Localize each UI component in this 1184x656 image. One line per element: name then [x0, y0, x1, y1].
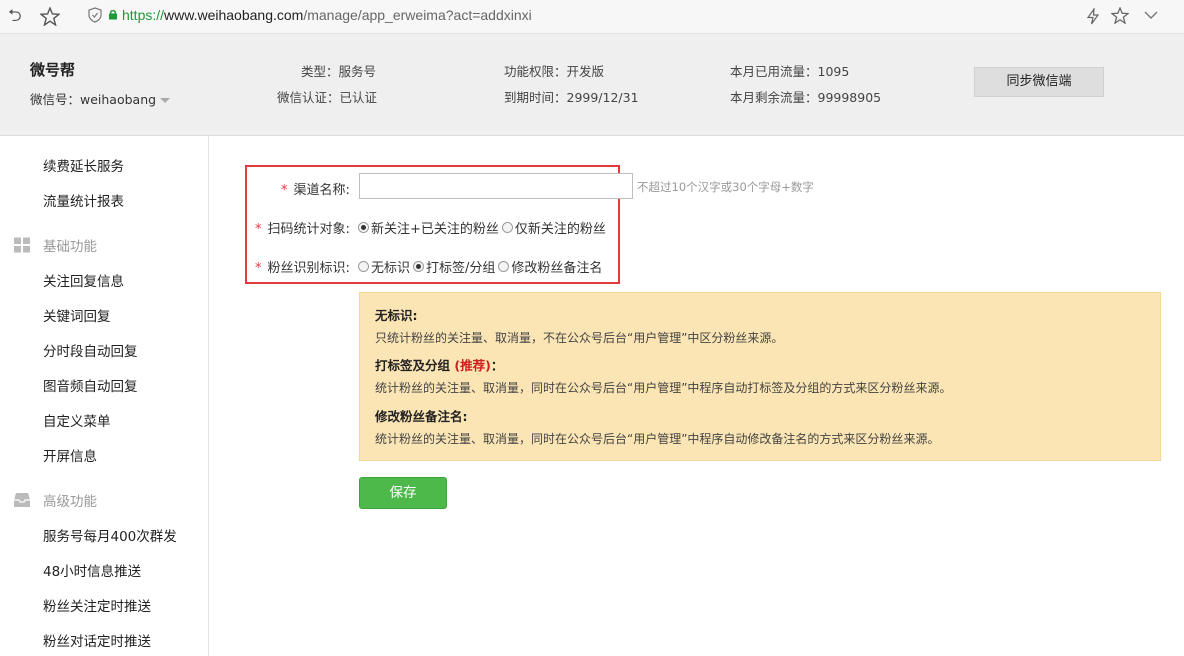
note-text-tag-group: 统计粉丝的关注量、取消量，同时在公众号后台“用户管理”中程序自动打标签及分组的方…	[375, 381, 952, 395]
favorite-star-icon[interactable]	[1111, 7, 1129, 24]
channel-name-label-text: 渠道名称:	[293, 183, 350, 198]
required-mark: *	[281, 183, 288, 198]
sidebar-item-chat-timed-push[interactable]: 粉丝对话定时推送	[43, 630, 151, 650]
sidebar-item-keyword-reply[interactable]: 关键词回复	[43, 305, 111, 325]
sidebar-item-media-reply[interactable]: 图音频自动回复	[43, 375, 138, 395]
required-mark: *	[255, 222, 262, 237]
account-header: 微号帮 微信号：weihaobang 类型：服务号 微信认证：已认证 功能权限：…	[0, 34, 1184, 136]
star-bookmark-icon[interactable]	[40, 7, 60, 26]
account-type: 类型：服务号	[301, 64, 377, 79]
sidebar: 续费延长服务 流量统计报表 基础功能 关注回复信息 关键词回复 分时段自动回复 …	[0, 136, 209, 656]
note-heading-tag-group: 打标签及分组 (推荐)：	[375, 355, 503, 374]
sidebar-section-basic: 基础功能	[43, 239, 97, 255]
fan-identifier-radio-group: 无标识 打标签/分组 修改粉丝备注名	[358, 257, 605, 276]
wechat-id-dropdown[interactable]: 微信号：weihaobang	[30, 89, 171, 108]
note-text-none: 只统计粉丝的关注量、取消量，不在公众号后台“用户管理”中区分粉丝来源。	[375, 331, 784, 345]
wechat-id-label: 微信号：weihaobang	[30, 92, 157, 107]
scan-option-new-fans[interactable]: 仅新关注的粉丝	[501, 218, 606, 237]
recommend-badge: (推荐)	[454, 358, 491, 373]
sidebar-item-timed-reply[interactable]: 分时段自动回复	[43, 340, 138, 360]
lightning-icon[interactable]	[1085, 8, 1101, 25]
note-heading-none: 无标识:	[375, 308, 418, 323]
radio-button[interactable]	[501, 222, 513, 233]
url-scheme: https://	[122, 7, 165, 23]
fan-identifier-label-text: 粉丝识别标识:	[267, 261, 350, 276]
explanation-box: 无标识: 只统计粉丝的关注量、取消量，不在公众号后台“用户管理”中区分粉丝来源。…	[359, 292, 1161, 461]
fan-option-remark-label: 修改粉丝备注名	[511, 261, 603, 276]
fan-option-remark[interactable]: 修改粉丝备注名	[498, 257, 602, 276]
channel-name-hint: 不超过10个汉字或30个字母+数字	[637, 180, 814, 194]
sidebar-item-custom-menu[interactable]: 自定义菜单	[43, 410, 111, 430]
remaining-traffic: 本月剩余流量：99998905	[730, 90, 882, 105]
note-heading-colon: ：	[490, 358, 504, 373]
note-heading-tag-group-text: 打标签及分组	[375, 358, 451, 373]
browser-toolbar: ⮌ https://www.weihaobang.com/manage/app_…	[0, 0, 1184, 34]
scan-target-radio-group: 新关注+已关注的粉丝 仅新关注的粉丝	[358, 218, 609, 237]
note-heading-remark: 修改粉丝备注名:	[375, 409, 468, 424]
shield-icon	[88, 7, 102, 23]
scan-option-all-fans-label: 新关注+已关注的粉丝	[371, 222, 499, 237]
scan-target-label-text: 扫码统计对象:	[267, 222, 350, 237]
sidebar-item-renew[interactable]: 续费延长服务	[43, 155, 124, 175]
radio-button[interactable]	[498, 261, 510, 272]
scan-target-label: * 扫码统计对象:	[255, 218, 350, 237]
sync-wechat-button[interactable]: 同步微信端	[974, 67, 1104, 97]
account-name: 微号帮	[30, 61, 76, 79]
required-mark: *	[255, 261, 262, 276]
fan-option-none-label: 无标识	[371, 261, 411, 276]
radio-button-checked[interactable]	[358, 222, 369, 233]
permission-level: 功能权限：开发版	[504, 64, 605, 79]
sidebar-item-follow-reply[interactable]: 关注回复信息	[43, 270, 124, 290]
lock-icon	[109, 10, 117, 20]
scan-option-new-fans-label: 仅新关注的粉丝	[514, 222, 606, 237]
fan-option-tag-group-label: 打标签/分组	[426, 261, 496, 276]
grid-icon	[14, 237, 30, 253]
fan-option-tag-group[interactable]: 打标签/分组	[413, 257, 495, 276]
fan-identifier-label: * 粉丝识别标识:	[255, 257, 350, 276]
channel-name-label: * 渠道名称:	[281, 179, 350, 198]
used-traffic: 本月已用流量：1095	[730, 64, 850, 79]
verification-status: 微信认证：已认证	[277, 90, 378, 105]
sidebar-item-follow-timed-push[interactable]: 粉丝关注定时推送	[43, 595, 151, 615]
radio-button-checked[interactable]	[413, 261, 425, 272]
sidebar-item-traffic-report[interactable]: 流量统计报表	[43, 190, 124, 210]
fan-option-none[interactable]: 无标识	[358, 257, 410, 276]
back-icon[interactable]: ⮌	[8, 6, 22, 26]
expire-date: 到期时间：2999/12/31	[504, 90, 639, 105]
sidebar-item-splash-info[interactable]: 开屏信息	[43, 445, 97, 465]
channel-name-input[interactable]	[359, 173, 633, 199]
url-path: /manage/app_erweima?act=addxinxi	[303, 7, 532, 23]
scan-option-all-fans[interactable]: 新关注+已关注的粉丝	[358, 218, 499, 237]
inbox-icon	[14, 493, 30, 507]
save-button[interactable]: 保存	[359, 477, 447, 509]
address-bar[interactable]: https://www.weihaobang.com/manage/app_er…	[122, 7, 532, 23]
caret-down-icon	[160, 98, 171, 103]
note-text-remark: 统计粉丝的关注量、取消量，同时在公众号后台“用户管理”中程序自动修改备注名的方式…	[375, 432, 940, 446]
url-host: www.weihaobang.com	[164, 7, 304, 23]
radio-button[interactable]	[358, 261, 369, 272]
sidebar-section-advanced: 高级功能	[43, 494, 97, 510]
chevron-down-icon[interactable]	[1144, 10, 1158, 20]
sidebar-item-mass-send[interactable]: 服务号每月400次群发	[43, 525, 177, 545]
sidebar-item-48h-push[interactable]: 48小时信息推送	[43, 560, 141, 580]
